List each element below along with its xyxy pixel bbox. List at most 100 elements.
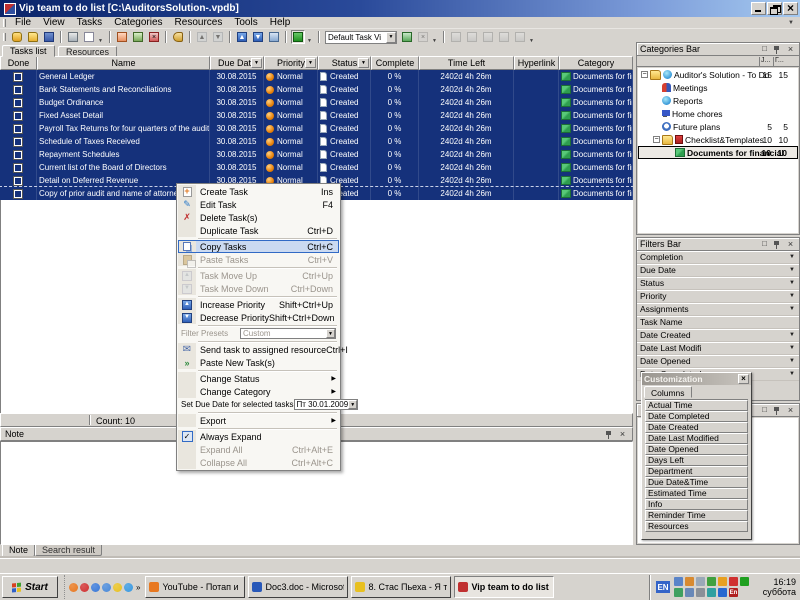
edit-task-button[interactable] (131, 30, 145, 44)
customization-column-item[interactable]: Reminder Time (645, 510, 748, 521)
chevron-down-icon[interactable]: ▼ (789, 371, 795, 377)
done-cell[interactable] (0, 83, 37, 96)
move-up-button[interactable]: ▲ (195, 30, 209, 44)
time-left-cell[interactable]: 2402d 4h 26m (419, 83, 514, 96)
media-player-icon[interactable] (124, 583, 133, 592)
filter-dropdown-icon[interactable]: ▼ (305, 58, 316, 68)
filter-presets-combo[interactable]: Custom▼ (240, 328, 336, 339)
hyperlink-cell[interactable] (514, 148, 559, 161)
priority-cell[interactable]: Normal (264, 135, 318, 148)
taskbar-clock[interactable]: 16:19 суббота (750, 577, 796, 597)
done-cell[interactable] (0, 161, 37, 174)
complete-cell[interactable]: 0 % (371, 70, 419, 83)
close-icon[interactable]: × (785, 405, 796, 416)
column-header-name[interactable]: Name (37, 56, 210, 70)
status-cell[interactable]: Created (318, 83, 371, 96)
category-cell[interactable]: Documents for financial (559, 70, 633, 83)
customization-column-item[interactable]: Actual Time (645, 400, 748, 411)
task-name-cell[interactable]: General Ledger (37, 70, 210, 83)
tray-icon-10[interactable] (696, 588, 705, 597)
menu-item-collapse-all[interactable]: Collapse AllCtrl+Alt+C (178, 456, 339, 469)
pin-icon[interactable] (772, 239, 783, 250)
category-node[interactable]: Meetings (638, 81, 798, 94)
tray-icon-1[interactable] (674, 577, 683, 586)
chevron-down-icon[interactable]: ▼ (789, 345, 795, 351)
column-header-priority[interactable]: Priority▼ (264, 56, 318, 70)
tray-icon-3[interactable] (696, 577, 705, 586)
task-name-cell[interactable]: Bank Statements and Reconciliations (37, 83, 210, 96)
customization-column-item[interactable]: Due Date&Time (645, 477, 748, 488)
menu-file[interactable]: File (9, 17, 37, 29)
chevron-down-icon[interactable]: ▼ (386, 32, 396, 43)
tray-icon-9[interactable] (685, 588, 694, 597)
customization-column-item[interactable]: Estimated Time (645, 488, 748, 499)
tree-collapse-icon[interactable]: − (653, 136, 660, 143)
menu-item-delete-task-s[interactable]: ✗Delete Task(s) (178, 211, 339, 224)
filter-row-status[interactable]: Status▼ (637, 277, 799, 290)
pin-icon[interactable] (604, 429, 615, 440)
task-name-cell[interactable]: Schedule of Taxes Received (37, 135, 210, 148)
due-date-cell[interactable]: 30.08.2015 (210, 109, 264, 122)
delete-task-button[interactable]: × (147, 30, 161, 44)
time-left-cell[interactable]: 2402d 4h 26m (419, 161, 514, 174)
report-button-3[interactable] (481, 30, 495, 44)
messenger-icon[interactable] (102, 583, 111, 592)
menu-item-always-expand[interactable]: ✓Always Expand (178, 430, 339, 443)
done-checkbox[interactable] (14, 99, 22, 107)
due-date-cell[interactable]: 30.08.2015 (210, 122, 264, 135)
task-name-cell[interactable]: Current list of the Board of Directors (37, 161, 210, 174)
customization-column-item[interactable]: Days Left (645, 455, 748, 466)
taskbar-button-2[interactable]: Doc3.doc - Microsoft Word (248, 576, 348, 598)
done-checkbox[interactable] (14, 164, 22, 172)
hyperlink-cell[interactable] (514, 174, 559, 187)
done-checkbox[interactable] (14, 112, 22, 120)
hyperlink-cell[interactable] (514, 161, 559, 174)
menu-item-edit-task[interactable]: ✎Edit TaskF4 (178, 198, 339, 211)
chevron-down-icon[interactable]: ▼ (789, 332, 795, 338)
task-name-cell[interactable]: Budget Ordinance (37, 96, 210, 109)
menu-item-create-task[interactable]: +Create TaskIns (178, 185, 339, 198)
task-row[interactable]: Current list of the Board of Directors30… (0, 161, 633, 174)
filter-row-completion[interactable]: Completion▼ (637, 251, 799, 264)
hyperlink-cell[interactable] (514, 122, 559, 135)
task-row[interactable]: Schedule of Taxes Received30.08.2015Norm… (0, 135, 633, 148)
tray-icon-13[interactable]: En (729, 588, 738, 597)
tray-icon-12[interactable] (718, 588, 727, 597)
taskbar-button-4[interactable]: Vip team to do list (454, 576, 554, 598)
done-cell[interactable] (0, 122, 37, 135)
chevron-down-icon[interactable]: ▼ (326, 329, 335, 338)
done-cell[interactable] (0, 135, 37, 148)
taskbar-button-3[interactable]: 8. Стас Пьеха - Я тебе ... (351, 576, 451, 598)
due-date-cell[interactable]: 30.08.2015 (210, 83, 264, 96)
report-button-2[interactable] (465, 30, 479, 44)
column-header-status[interactable]: Status▼ (318, 56, 371, 70)
delete-view-button[interactable]: × (416, 30, 430, 44)
category-cell[interactable]: Documents for financial (559, 122, 633, 135)
due-date-cell[interactable]: 30.08.2015 (210, 161, 264, 174)
move-down-button[interactable]: ▼ (211, 30, 225, 44)
done-checkbox[interactable] (14, 86, 22, 94)
tray-icon-5[interactable] (718, 577, 727, 586)
priority-cell[interactable]: Normal (264, 70, 318, 83)
menu-item-expand-all[interactable]: Expand AllCtrl+Alt+E (178, 443, 339, 456)
tray-icon-6[interactable] (729, 577, 738, 586)
taskbar-button-1[interactable]: YouTube - Потап и Наст... (145, 576, 245, 598)
menu-tools[interactable]: Tools (228, 17, 263, 29)
category-cell[interactable]: Documents for financial (559, 135, 633, 148)
filter-row-date-last-modifi[interactable]: Date Last Modifi▼ (637, 342, 799, 355)
done-cell[interactable] (0, 70, 37, 83)
done-checkbox[interactable] (14, 190, 22, 198)
column-header-category[interactable]: Category (559, 56, 633, 70)
decrease-priority-button[interactable]: ▼ (251, 30, 265, 44)
status-cell[interactable]: Created (318, 96, 371, 109)
chevron-down-icon[interactable]: ▼ (789, 358, 795, 364)
category-cell[interactable]: Documents for financial (559, 148, 633, 161)
status-cell[interactable]: Created (318, 109, 371, 122)
toolbar-overflow-icon[interactable]: ▼ (306, 30, 313, 44)
tree-collapse-icon[interactable]: − (641, 71, 648, 78)
category-node[interactable]: Reports (638, 94, 798, 107)
filter-row-priority[interactable]: Priority▼ (637, 290, 799, 303)
task-row[interactable]: Bank Statements and Reconciliations30.08… (0, 83, 633, 96)
close-icon[interactable]: × (617, 429, 628, 440)
complete-cell[interactable]: 0 % (371, 83, 419, 96)
